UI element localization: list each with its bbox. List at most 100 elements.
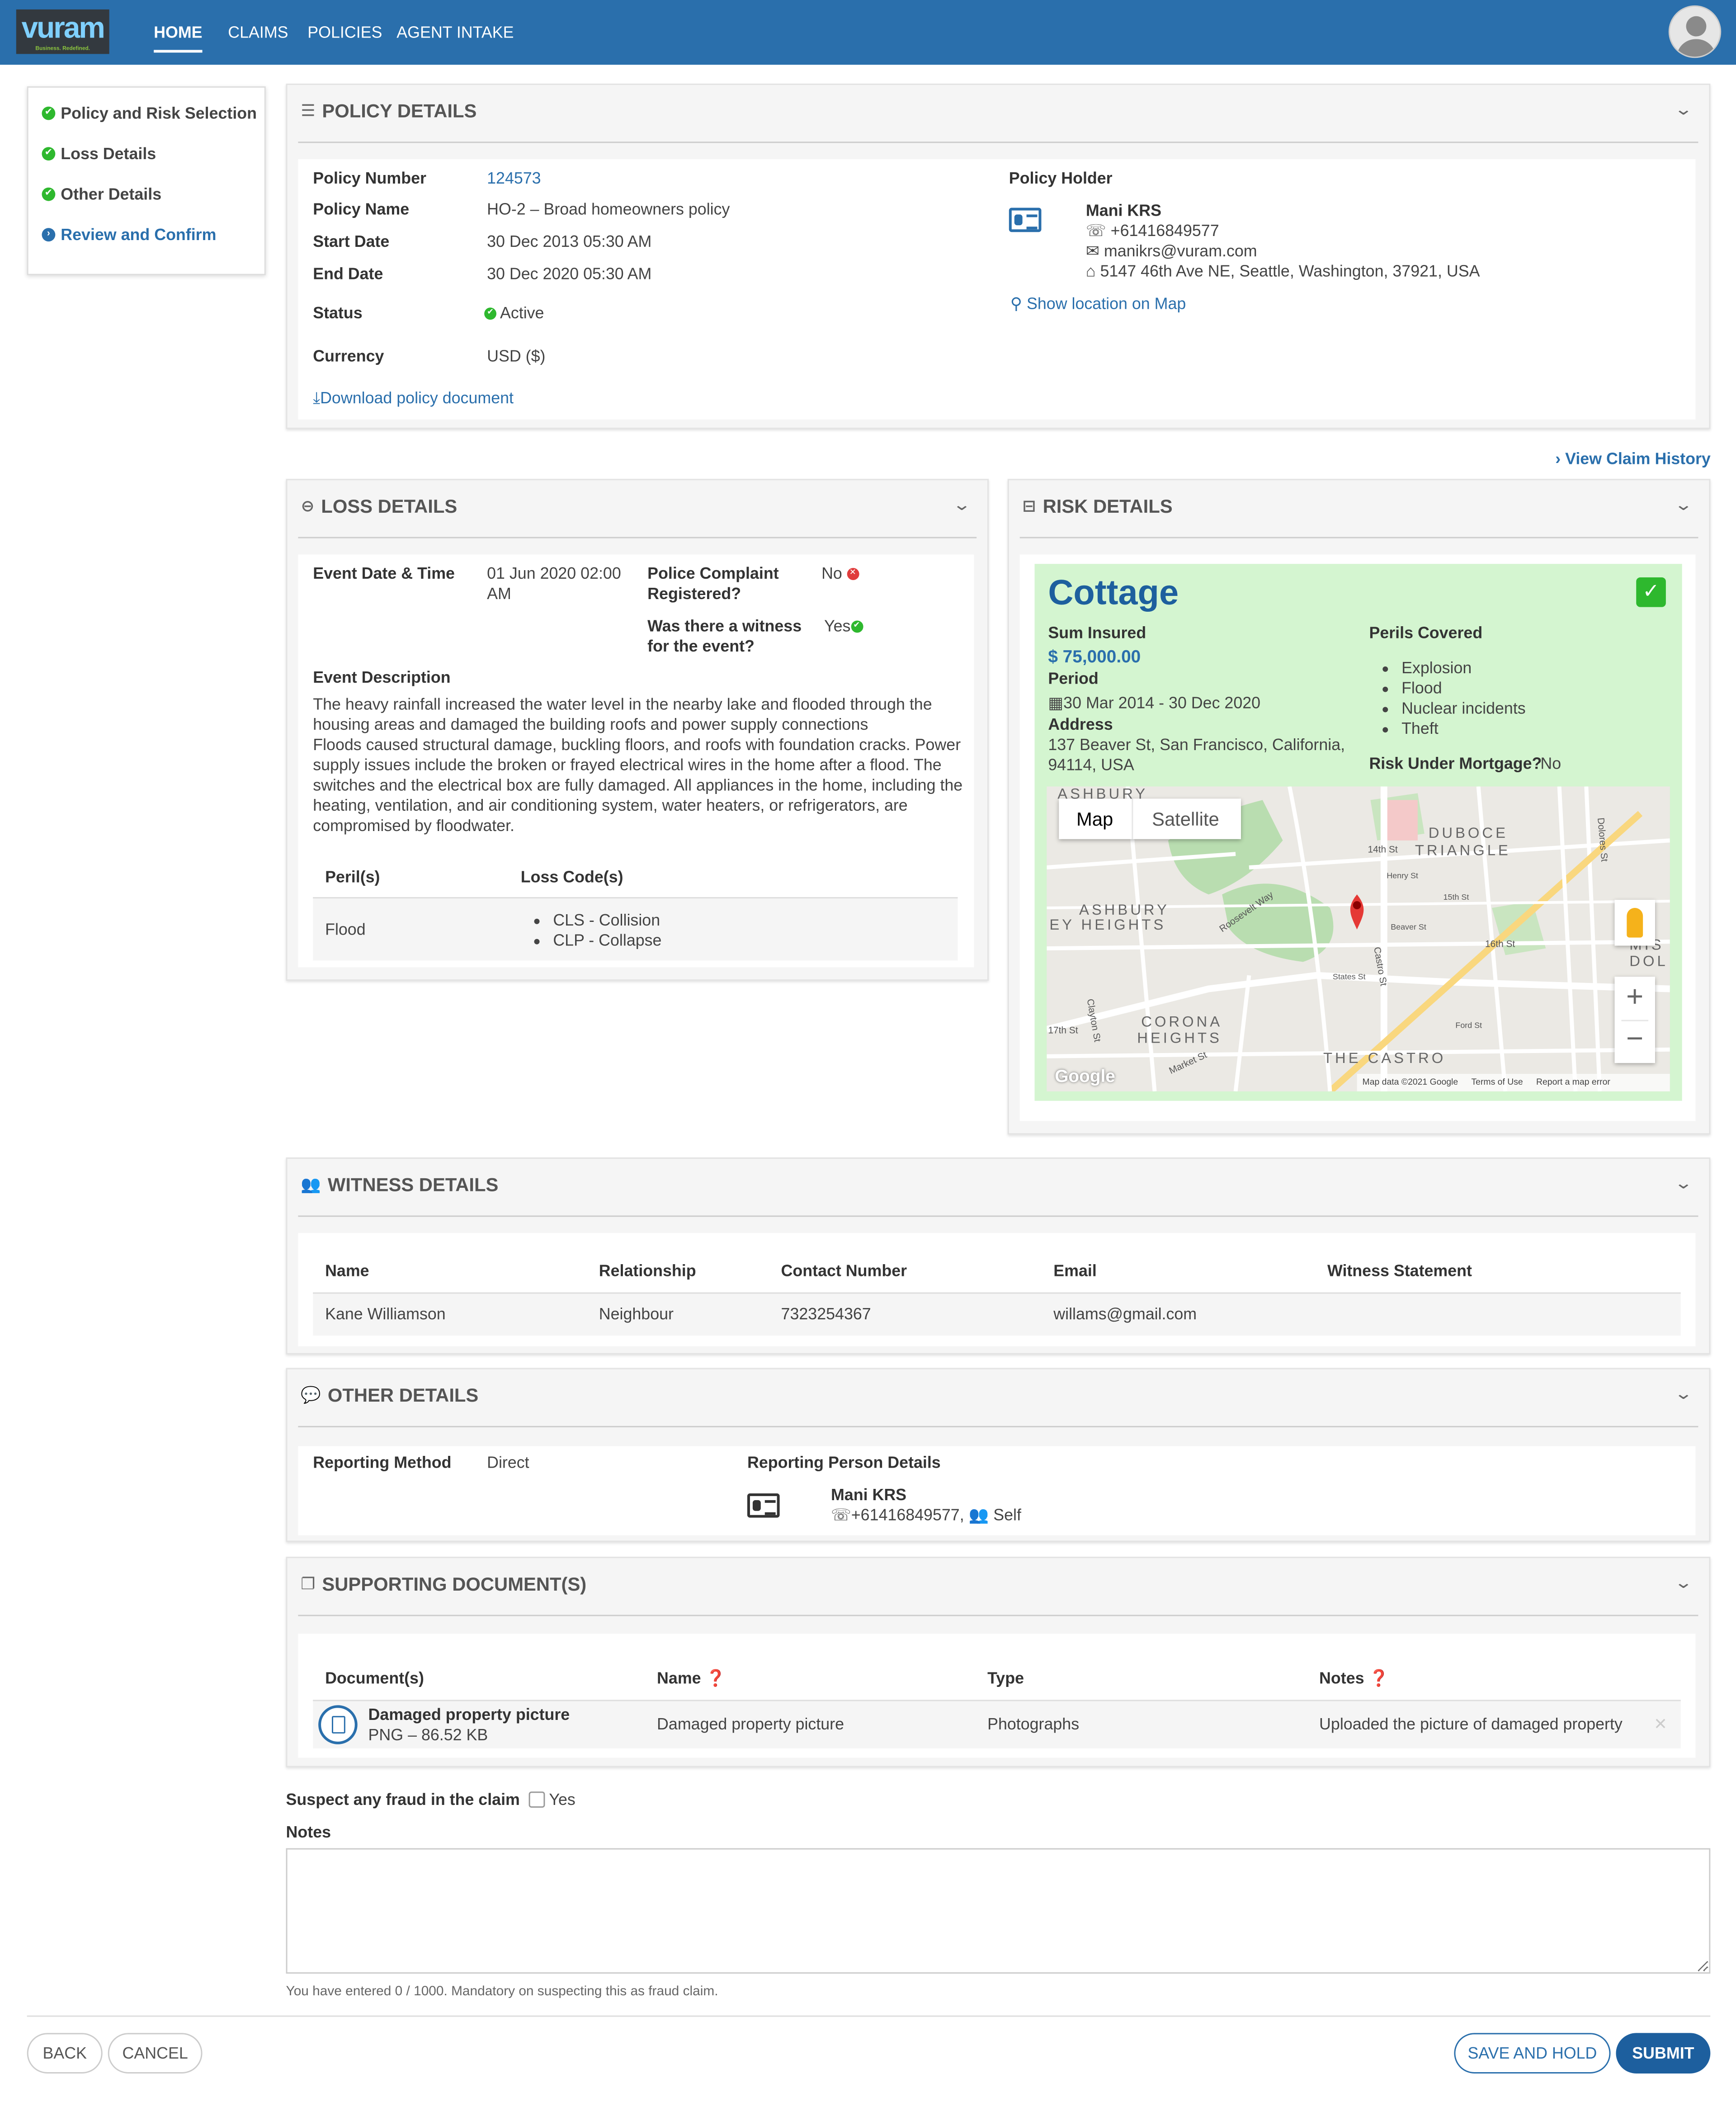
event-description: The heavy rainfall increased the water l… [313,695,974,836]
reporting-person-contact: ☏+61416849577, 👥 Self [830,1505,1021,1525]
list-item: CLS - Collision [553,911,661,931]
column-header: Notes ❓ [1319,1668,1389,1688]
chevron-down-icon[interactable]: ⌄ [1674,100,1693,119]
column-header: Name [325,1261,369,1280]
document-name: Damaged property picture [657,1715,844,1734]
street-label: Ford St [1455,1022,1482,1031]
comment-icon: 💬 [301,1385,321,1405]
fraud-checkbox[interactable] [528,1791,545,1808]
id-card-icon [747,1493,780,1518]
policy-number-label: Policy Number [313,168,426,188]
table-cell: Neighbour [599,1304,674,1324]
nav-policies[interactable]: POLICIES [307,23,382,42]
document-file-meta: PNG – 86.52 KB [368,1725,488,1744]
check-square-icon[interactable]: ✓ [1636,577,1666,607]
chevron-down-icon[interactable]: ⌄ [1674,1174,1693,1193]
map-place-label: CORONA [1141,1014,1223,1031]
progress-steps: ✔ Policy and Risk Selection ✔ Loss Details… [27,86,266,275]
submit-button[interactable]: SUBMIT [1616,2033,1711,2073]
street-view-pegman[interactable] [1614,900,1655,946]
policy-number-link[interactable]: 124573 [487,169,541,189]
step-other-details[interactable]: ✔ Other Details [42,185,161,204]
download-policy-link[interactable]: ⤓Download policy document [313,388,514,409]
document-file-name[interactable]: Damaged property picture [368,1705,570,1725]
satellite-tab[interactable]: Satellite [1152,808,1219,830]
save-and-hold-button[interactable]: SAVE AND HOLD [1454,2033,1611,2073]
step-label: Other Details [61,184,162,204]
nav-claims[interactable]: CLAIMS [228,23,288,42]
panel-title: ⊖ LOSS DETAILS [301,495,458,517]
street-label: 15th St [1443,894,1469,903]
column-header: Contact Number [781,1261,907,1280]
map-place-label: HEIGHTS [1137,1030,1222,1047]
nav-agent-intake[interactable]: AGENT INTAKE [396,23,514,42]
step-label: Loss Details [61,144,156,164]
table-cell: Kane Williamson [325,1304,446,1324]
column-header: Relationship [599,1261,696,1280]
street-label: Henry St [1387,873,1418,881]
arrow-right-circle-icon: › [42,228,56,242]
check-icon: ✔ [850,621,863,633]
holder-email: ✉ manikrs@vuram.com [1085,241,1257,260]
panel-title: ☰ POLICY DETAILS [301,99,477,122]
remove-icon[interactable]: ✕ [1654,1715,1667,1735]
chevron-down-icon[interactable]: ⌄ [952,495,971,514]
step-loss-details[interactable]: ✔ Loss Details [42,144,156,163]
map-place-label: TRIANGLE [1415,843,1511,860]
step-policy-risk[interactable]: ✔ Policy and Risk Selection [42,104,257,123]
vuram-logo[interactable]: vuram Business. Redefined. [16,9,109,54]
document-file-icon[interactable] [318,1705,358,1744]
home-icon: ⌂ [1085,261,1096,281]
step-review-confirm[interactable]: › Review and Confirm [42,225,216,244]
chevron-down-icon[interactable]: ⌄ [1674,495,1693,514]
report-error-link[interactable]: Report a map error [1536,1078,1610,1087]
panel-title: 💬 OTHER DETAILS [301,1384,479,1406]
loss-code-list: CLS - Collision CLP - Collapse [529,911,661,951]
envelope-icon: ✉ [1085,241,1099,260]
minus-circle-icon: ⊖ [301,496,315,515]
show-location-link[interactable]: ⚲ Show location on Map [1010,294,1186,314]
reporting-person-label: Reporting Person Details [747,1453,941,1472]
phone-icon: ☏ [1085,221,1106,241]
list-icon: ☰ [301,101,316,120]
location-map[interactable]: Map Satellite ASHBURY DUBOCE TRIANGLE AS… [1047,786,1670,1091]
terms-link[interactable]: Terms of Use [1471,1078,1523,1087]
period-value: ▦30 Mar 2014 - 30 Dec 2020 [1048,693,1261,713]
notes-textarea[interactable] [286,1848,1711,1974]
mortgage-label: Risk Under Mortgage? [1369,754,1542,773]
street-label: States St [1332,974,1366,982]
back-button[interactable]: BACK [27,2033,103,2073]
list-item: Nuclear incidents [1401,699,1526,719]
perils-list: Explosion Flood Nuclear incidents Theft [1377,658,1526,739]
zoom-out-icon[interactable]: − [1614,1021,1655,1057]
map-place-label: DOL [1629,954,1668,970]
user-avatar[interactable] [1668,5,1722,58]
google-logo: Google [1055,1066,1115,1086]
street-label: 16th St [1485,940,1515,950]
view-claim-history-link[interactable]: › View Claim History [1555,449,1711,470]
chevron-down-icon[interactable]: ⌄ [1674,1573,1693,1592]
column-header: Witness Statement [1327,1261,1472,1280]
cross-circle-icon: ✕ [846,568,859,581]
help-icon[interactable]: ❓ [706,1669,726,1688]
description-line: switches and the electrical box are full… [313,775,963,795]
chevron-down-icon[interactable]: ⌄ [1674,1384,1693,1403]
help-icon[interactable]: ❓ [1369,1669,1389,1688]
zoom-in-icon[interactable]: + [1614,979,1655,1015]
mortgage-value: No [1540,754,1561,773]
list-item: Flood [1401,679,1526,699]
top-nav-bar: vuram Business. Redefined. HOME CLAIMS PO… [0,0,1736,65]
map-footer: Map data ©2021 Google Terms of Use Repor… [1357,1074,1670,1091]
risk-name: Cottage [1048,572,1179,613]
fraud-option-label: Yes [549,1790,576,1809]
policy-name-value: HO-2 – Broad homeowners policy [487,199,730,219]
description-line: The heavy rainfall increased the water l… [313,694,932,714]
notes-label: Notes [286,1822,331,1842]
reporting-person-name: Mani KRS [830,1485,907,1504]
nav-home[interactable]: HOME [154,23,203,53]
map-tab[interactable]: Map [1076,808,1113,830]
step-label: Policy and Risk Selection [61,104,257,123]
cancel-button[interactable]: CANCEL [108,2033,203,2073]
download-icon: ⤓ [313,388,321,408]
description-line: housing areas and damaged the building r… [313,715,868,734]
